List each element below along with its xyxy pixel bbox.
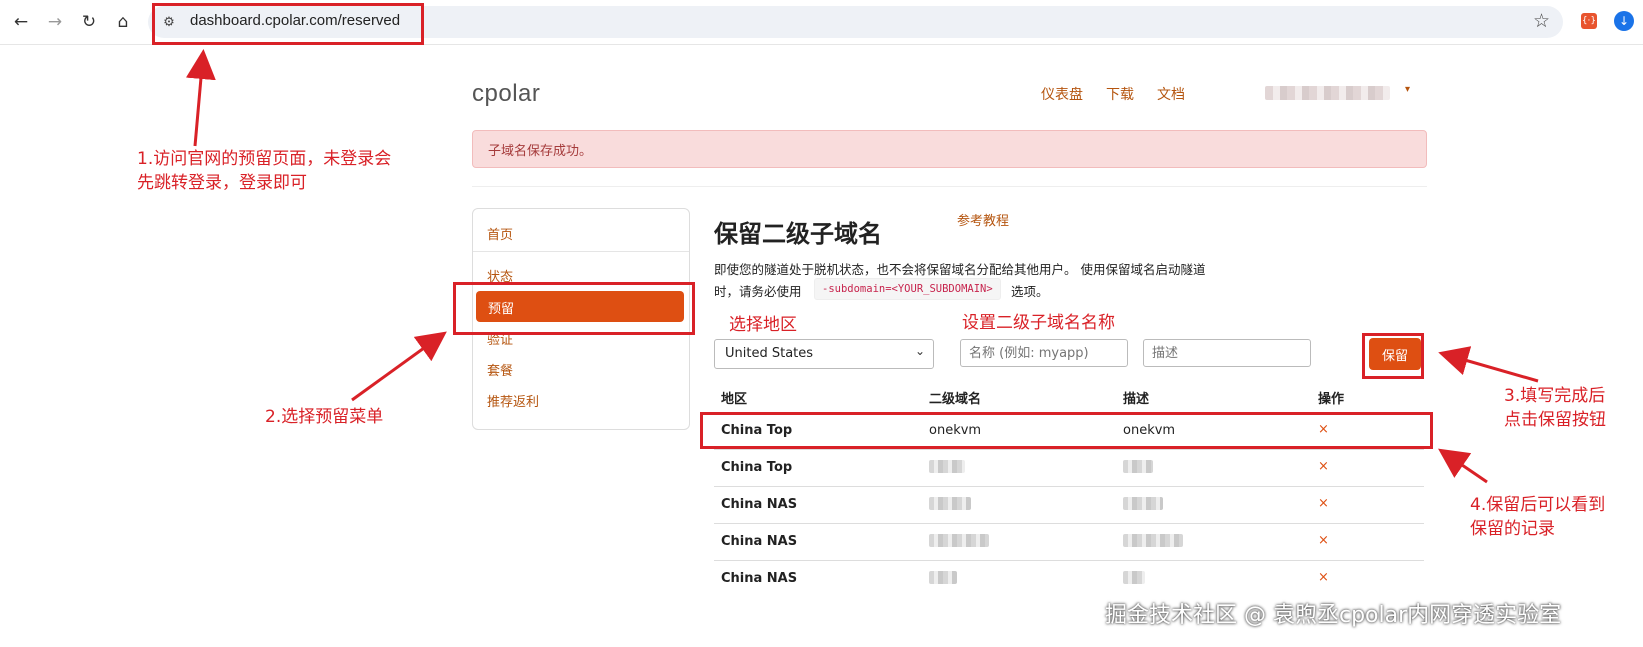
annotation-note-4-line-1: 4.保留后可以看到 xyxy=(1470,495,1606,515)
watermark: 掘金技术社区 @ 袁煦丞cpolar内网穿透实验室 xyxy=(1105,603,1562,628)
arrow-to-save xyxy=(1438,346,1539,383)
annotation-note-4-line-2: 保留的记录 xyxy=(1470,519,1555,539)
annotation-note-3-line-2: 点击保留按钮 xyxy=(1504,410,1606,430)
annotation-note-3-line-1: 3.填写完成后 xyxy=(1504,386,1606,406)
annotation-label-name: 设置二级子域名名称 xyxy=(962,313,1115,333)
annotation-note-3: 3.填写完成后 点击保留按钮 xyxy=(1504,384,1606,432)
annotation-note-1-line-1: 1.访问官网的预留页面，未登录会 xyxy=(137,149,392,169)
arrow-to-url xyxy=(185,49,216,147)
annotation-note-1: 1.访问官网的预留页面，未登录会 先跳转登录，登录即可 xyxy=(137,147,391,195)
arrow-to-record xyxy=(1438,448,1488,484)
annotation-note-2: 2.选择预留菜单 xyxy=(265,407,384,427)
annotation-arrows xyxy=(185,49,1539,484)
annotation-note-4: 4.保留后可以看到 保留的记录 xyxy=(1470,493,1605,541)
annotation-label-region: 选择地区 xyxy=(729,315,797,335)
annotation-note-1-line-2: 先跳转登录，登录即可 xyxy=(137,173,307,193)
arrow-to-menu xyxy=(351,331,447,402)
